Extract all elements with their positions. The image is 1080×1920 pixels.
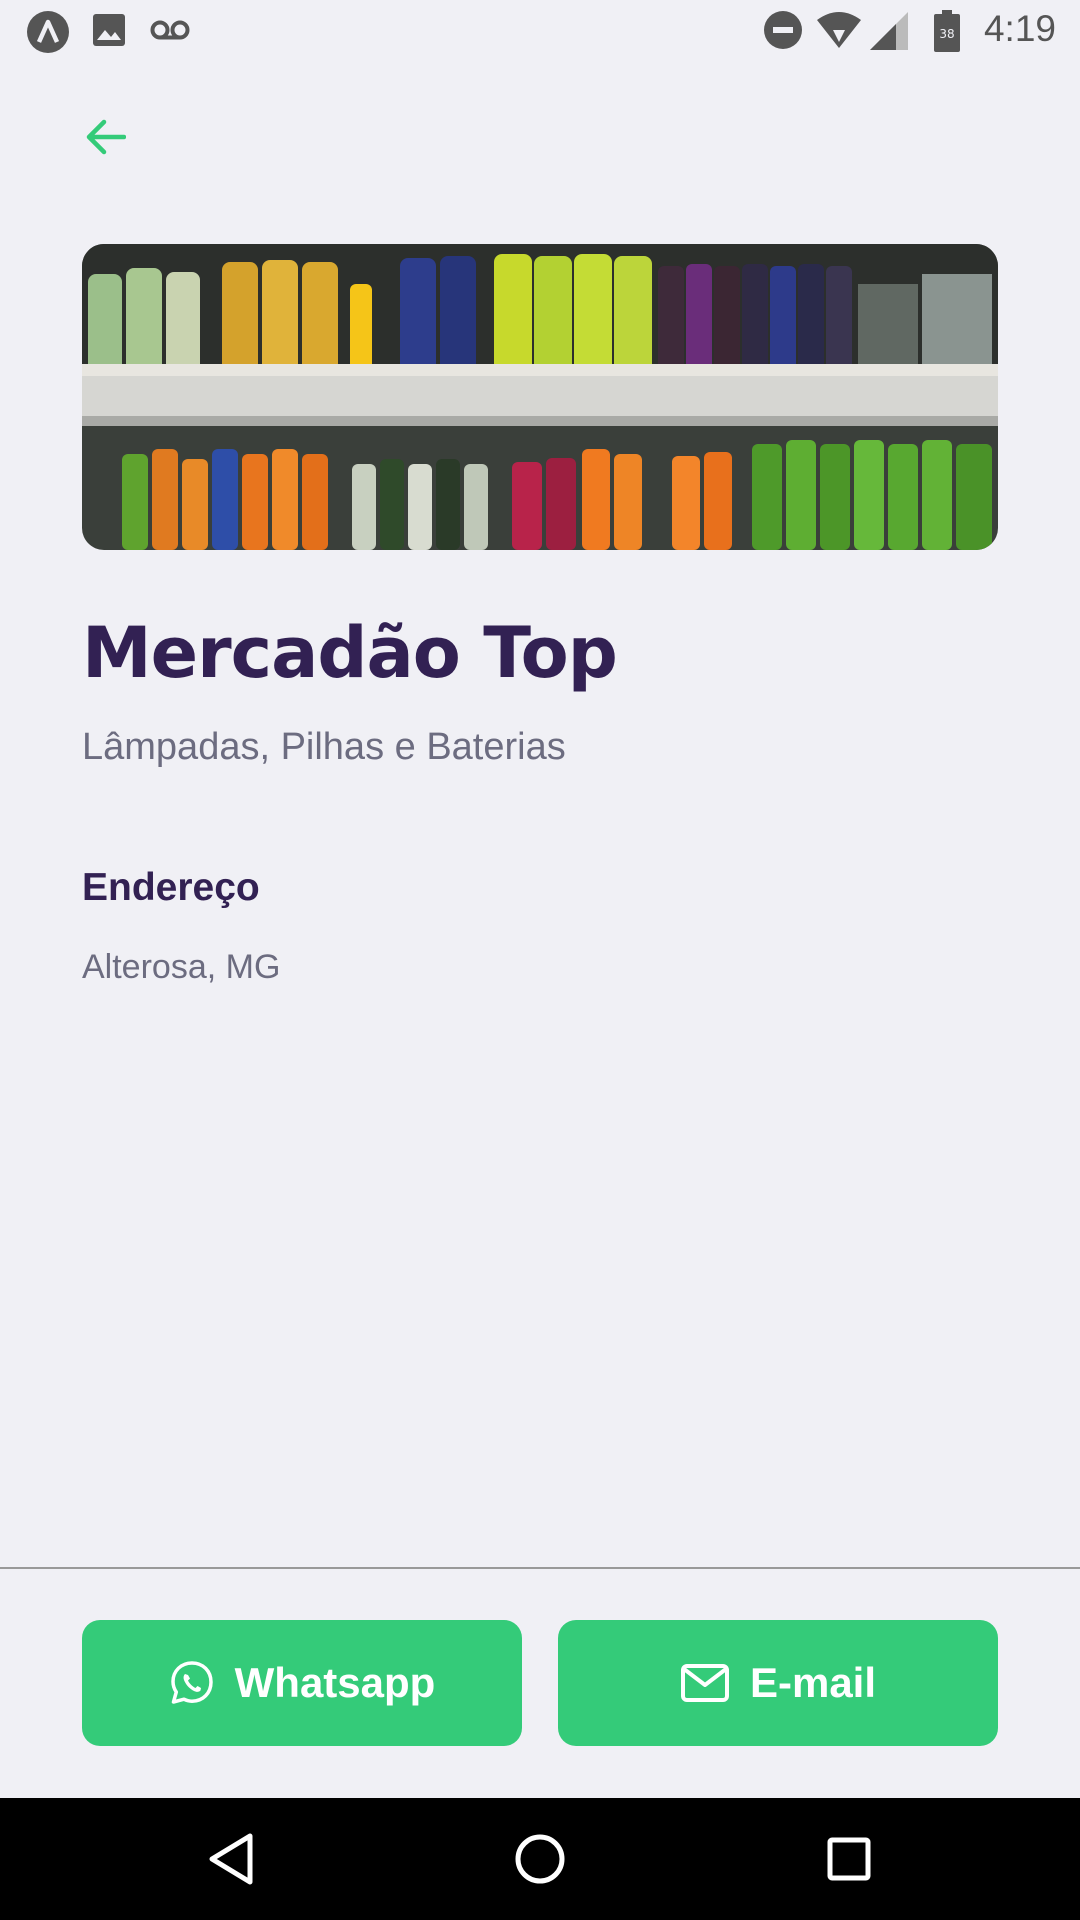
status-time: 4:19 [983,8,1056,49]
store-categories: Lâmpadas, Pilhas e Baterias [82,726,566,768]
home-icon[interactable] [509,1828,571,1890]
footer-divider [0,1567,1080,1569]
email-button[interactable]: E-mail [558,1620,998,1746]
voicemail-icon [150,20,190,40]
address-title: Endereço [82,866,260,909]
app-notification-icon [27,11,69,53]
store-image [82,244,998,550]
back-button[interactable] [78,112,134,162]
whatsapp-icon [170,1661,213,1704]
mail-icon [680,1664,729,1702]
status-bar: 38 4:19 [0,0,1080,60]
wifi-icon [817,12,861,48]
battery-icon: 38 [934,10,960,52]
navigation-bar [0,1798,1080,1920]
battery-level: 38 [939,27,954,41]
cell-signal-icon [870,12,908,50]
whatsapp-button[interactable]: Whatsapp [82,1620,522,1746]
back-icon[interactable] [200,1828,262,1890]
store-name: Mercadão Top [82,612,618,694]
recents-icon[interactable] [818,1828,880,1890]
store-shelves-image [82,244,998,550]
email-label: E-mail [749,1659,877,1706]
address-text: Alterosa, MG [82,948,281,986]
arrow-left-icon [86,119,126,155]
whatsapp-label: Whatsapp [234,1659,436,1706]
do-not-disturb-icon [764,11,802,49]
image-icon [93,14,125,46]
